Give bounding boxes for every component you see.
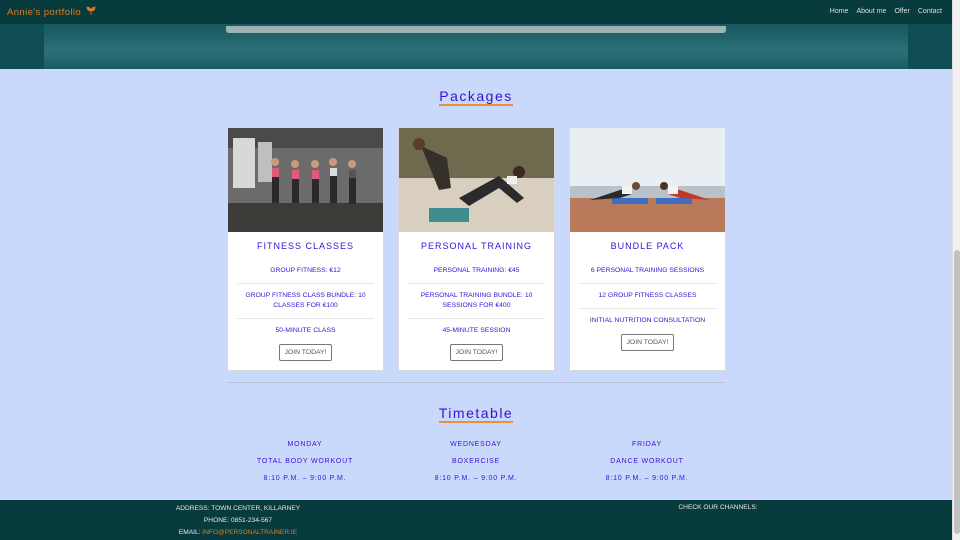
card-title: FITNESS CLASSES [256, 241, 355, 251]
section-divider [227, 382, 725, 383]
timetable-time: 8:10 P.M. – 9:00 P.M. [263, 475, 347, 482]
card-feature: GROUP FITNESS: €12 [237, 259, 374, 284]
footer-email-label: EMAIL: [178, 529, 203, 536]
timetable-time: 8:10 P.M. – 9:00 P.M. [605, 475, 689, 482]
personal-training-photo [399, 128, 554, 232]
timetable-day: FRIDAY [632, 441, 662, 448]
package-card-fitness: FITNESS CLASSES GROUP FITNESS: €12 GROUP… [227, 127, 384, 371]
card-feature: INITIAL NUTRITION CONSULTATION [589, 317, 706, 324]
card-feature: 50-MINUTE CLASS [275, 327, 336, 334]
footer-address: ADDRESS: TOWN CENTER, KILLARNEY [175, 505, 301, 512]
leaf-icon [86, 6, 96, 18]
packages-heading: Packages [0, 88, 952, 106]
card-title: BUNDLE PACK [610, 241, 685, 251]
package-card-personal: PERSONAL TRAINING PERSONAL TRAINING: €45… [398, 127, 555, 371]
fitness-classes-photo [228, 128, 383, 232]
timetable-class: TOTAL BODY WORKOUT [256, 458, 354, 465]
timetable-heading: Timetable [0, 405, 952, 423]
join-today-button[interactable]: JOIN TODAY! [620, 334, 675, 351]
hero-banner [0, 24, 952, 69]
timetable-day: MONDAY [287, 441, 323, 448]
packages-title: Packages [439, 88, 513, 106]
card-features: 6 PERSONAL TRAINING SESSIONS 12 GROUP FI… [579, 259, 716, 333]
card-feature: GROUP FITNESS CLASS BUNDLE: 10 CLASSES F… [237, 284, 374, 319]
card-feature: PERSONAL TRAINING: €45 [408, 259, 545, 284]
timetable-column-wednesday: WEDNESDAY BOXERCISE 8:10 P.M. – 9:00 P.M… [406, 441, 546, 492]
card-feature: 45-MINUTE SESSION [442, 327, 511, 334]
scrollbar-thumb[interactable] [954, 250, 960, 534]
nav-link-offer[interactable]: Offer [894, 8, 909, 15]
footer-email-link[interactable]: INFO@PERSONALTRAINER.IE [202, 529, 297, 536]
nav-links: Home About me Offer Contact [830, 8, 942, 15]
brand-logo[interactable]: Annie's portfolio [7, 6, 96, 18]
join-today-button[interactable]: JOIN TODAY! [449, 344, 504, 361]
footer-email-row: EMAIL: INFO@PERSONALTRAINER.IE [120, 527, 356, 539]
nav-link-home[interactable]: Home [830, 8, 849, 15]
timetable-class: BOXERCISE [451, 458, 501, 465]
join-today-button[interactable]: JOIN TODAY! [278, 344, 333, 361]
card-features: GROUP FITNESS: €12 GROUP FITNESS CLASS B… [237, 259, 374, 343]
nav-link-about[interactable]: About me [856, 8, 886, 15]
card-feature: 12 GROUP FITNESS CLASSES [579, 284, 716, 309]
timetable-class: DANCE WORKOUT [610, 458, 684, 465]
page-scrollbar[interactable] [952, 0, 960, 540]
package-card-bundle: BUNDLE PACK 6 PERSONAL TRAINING SESSIONS… [569, 127, 726, 371]
footer-channels-label: CHECK OUR CHANNELS: [678, 504, 758, 511]
nav-link-contact[interactable]: Contact [918, 8, 942, 15]
footer: ADDRESS: TOWN CENTER, KILLARNEY PHONE: 0… [0, 500, 952, 540]
timetable-column-friday: FRIDAY DANCE WORKOUT 8:10 P.M. – 9:00 P.… [577, 441, 717, 492]
footer-phone: PHONE: 0851-234-567 [203, 517, 273, 524]
hero-form-bar [226, 26, 726, 33]
timetable-time: 8:10 P.M. – 9:00 P.M. [434, 475, 518, 482]
brand-name[interactable]: Annie's portfolio [7, 7, 81, 18]
card-title: PERSONAL TRAINING [420, 241, 533, 251]
timetable-title: Timetable [438, 405, 514, 423]
timetable-day: WEDNESDAY [450, 441, 502, 448]
card-features: PERSONAL TRAINING: €45 PERSONAL TRAINING… [408, 259, 545, 343]
card-feature: 6 PERSONAL TRAINING SESSIONS [579, 259, 716, 284]
footer-contact: ADDRESS: TOWN CENTER, KILLARNEY PHONE: 0… [120, 503, 356, 539]
bundle-pack-photo [570, 128, 725, 232]
timetable-column-monday: MONDAY TOTAL BODY WORKOUT 8:10 P.M. – 9:… [235, 441, 375, 492]
navbar: Annie's portfolio Home About me Offer Co… [0, 0, 952, 24]
card-feature: PERSONAL TRAINING BUNDLE: 10 SESSIONS FO… [408, 284, 545, 319]
